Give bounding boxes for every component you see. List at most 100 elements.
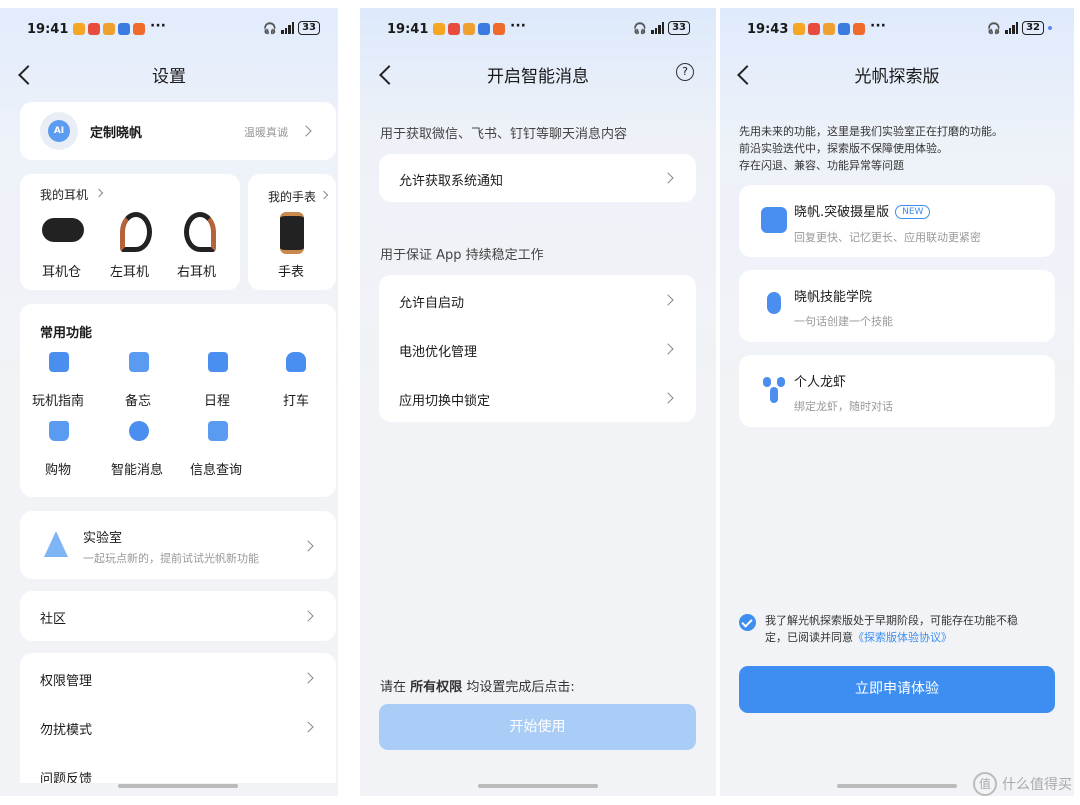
feature-info-query[interactable]: 信息查询 <box>190 459 242 478</box>
page-title: 开启智能消息 <box>487 67 589 87</box>
smart-message-screen: 19:41 ··· 🎧 33 开启智能消息 ? 用于获取微信、飞书、钉钉等聊天消… <box>360 8 716 796</box>
settings-screen: 19:41 ··· 🎧 33 设置 AI 定制晓帆 温暖真诚 我的耳机 耳机仓 … <box>0 8 338 796</box>
agreement-link[interactable]: 《探索版体验协议》 <box>853 631 952 644</box>
notification-icons <box>433 23 505 35</box>
signal-icon <box>1005 22 1019 34</box>
do-not-disturb-label: 勿扰模式 <box>40 723 93 738</box>
app-lock-label: 应用切换中锁定 <box>399 394 491 409</box>
earphone-case-label: 耳机仓 <box>42 265 82 280</box>
earphones-card[interactable]: 我的耳机 耳机仓 左耳机 右耳机 <box>20 174 240 290</box>
lab-subtitle: 一起玩点新的，提前试试光帆新功能 <box>83 552 259 565</box>
status-time: 19:41 <box>387 22 429 37</box>
battery-icon: 33 <box>668 21 690 35</box>
headphone-icon: 🎧 <box>987 21 1002 35</box>
system-icons: 🎧 33 <box>633 21 690 35</box>
nav-bar: 开启智能消息 ? <box>360 60 716 92</box>
feature-shopping[interactable]: 购物 <box>45 459 71 478</box>
watch-icon[interactable] <box>280 212 304 254</box>
battery-icon: 32 <box>1022 21 1044 35</box>
battery-optimization-row[interactable]: 电池优化管理 <box>379 324 696 373</box>
feature-smart-message[interactable]: 智能消息 <box>111 459 163 478</box>
chevron-right-icon <box>302 540 314 552</box>
help-icon[interactable]: ? <box>676 63 694 81</box>
chevron-right-icon <box>319 190 329 200</box>
community-card[interactable]: 社区 <box>20 591 336 641</box>
status-time: 19:43 <box>747 22 789 37</box>
section-notifications-label: 用于获取微信、飞书、钉钉等聊天消息内容 <box>380 127 628 142</box>
left-earphone-label: 左耳机 <box>110 265 150 280</box>
agreement-line: 我了解光帆探索版处于早期阶段，可能存在功能不稳 <box>765 614 1018 627</box>
notification-icons <box>73 23 145 35</box>
feature-card-skill-academy[interactable]: 晓帆技能学院 一句话创建一个技能 <box>739 270 1055 342</box>
earphone-case-icon[interactable] <box>42 218 84 242</box>
profile-personality: 温暖真诚 <box>244 126 288 139</box>
status-bar: 19:41 ··· 🎧 33 <box>360 18 716 44</box>
guide-icon <box>49 352 69 372</box>
allow-notification-row[interactable]: 允许获取系统通知 <box>379 154 696 202</box>
puzzle-icon <box>761 207 787 233</box>
battery-optimization-label: 电池优化管理 <box>399 345 478 360</box>
app-lock-row[interactable]: 应用切换中锁定 <box>379 373 696 422</box>
chevron-right-icon <box>662 172 674 184</box>
calendar-icon <box>208 352 228 372</box>
right-earphone-label: 右耳机 <box>177 265 217 280</box>
footer-bold: 所有权限 <box>410 680 463 695</box>
feature-guide[interactable]: 玩机指南 <box>32 390 84 409</box>
avatar: AI <box>40 112 78 150</box>
status-dot-icon <box>1048 26 1052 30</box>
home-indicator[interactable] <box>118 784 238 788</box>
feature-card-lobster[interactable]: 个人龙虾 绑定龙虾，随时对话 <box>739 355 1055 427</box>
start-button[interactable]: 开始使用 <box>379 704 696 750</box>
common-features-title: 常用功能 <box>40 326 93 341</box>
home-indicator[interactable] <box>837 784 957 788</box>
permission-management-label: 权限管理 <box>40 674 93 689</box>
intro-line: 存在闪退、兼容、功能异常等问题 <box>739 159 904 172</box>
page-title: 光帆探索版 <box>854 67 940 87</box>
headphone-icon: 🎧 <box>633 21 648 35</box>
intro-text: 先用未来的功能，这里是我们实验室正在打磨的功能。 前沿实验迭代中，探索版不保障使… <box>739 123 1003 174</box>
profile-card[interactable]: AI 定制晓帆 温暖真诚 <box>20 102 336 160</box>
apply-button[interactable]: 立即申请体验 <box>739 666 1055 713</box>
footer-suffix: 均设置完成后点击: <box>466 680 575 695</box>
lobster-icon <box>763 377 785 403</box>
chevron-right-icon <box>94 188 104 198</box>
intro-line: 先用未来的功能，这里是我们实验室正在打磨的功能。 <box>739 125 1003 138</box>
agreement-checkbox[interactable] <box>739 614 756 631</box>
taxi-icon <box>286 352 306 372</box>
feature-taxi[interactable]: 打车 <box>283 390 309 409</box>
more-notifications-icon: ··· <box>150 18 166 34</box>
status-bar: 19:43 ··· 🎧 32 <box>720 18 1074 44</box>
lab-card[interactable]: 实验室 一起玩点新的，提前试试光帆新功能 <box>20 511 336 579</box>
watch-card[interactable]: 我的手表 手表 <box>248 174 336 290</box>
home-indicator[interactable] <box>478 784 598 788</box>
system-icons: 🎧 33 <box>263 21 320 35</box>
footer-prefix: 请在 <box>380 680 407 695</box>
more-notifications-icon: ··· <box>870 18 886 34</box>
left-earphone-icon[interactable] <box>120 212 152 252</box>
watermark-text: 什么值得买 <box>1002 777 1072 793</box>
feedback-row[interactable]: 问题反馈 <box>20 751 336 783</box>
earphones-title: 我的耳机 <box>40 188 89 202</box>
feature-title: 晓帆技能学院 <box>794 290 873 305</box>
lab-title: 实验室 <box>83 531 123 546</box>
page-title: 设置 <box>152 67 186 87</box>
right-earphone-icon[interactable] <box>184 212 216 252</box>
flask-icon <box>44 531 68 557</box>
agreement-text: 我了解光帆探索版处于早期阶段，可能存在功能不稳 定，已阅读并同意《探索版体验协议… <box>765 612 1055 646</box>
stability-settings-card: 允许自启动 电池优化管理 应用切换中锁定 <box>379 275 696 422</box>
footer-instruction: 请在 所有权限 均设置完成后点击: <box>380 676 575 695</box>
more-notifications-icon: ··· <box>510 18 526 34</box>
permission-management-row[interactable]: 权限管理 <box>20 653 336 703</box>
chevron-right-icon <box>662 343 674 355</box>
auto-start-row[interactable]: 允许自启动 <box>379 275 696 324</box>
do-not-disturb-row[interactable]: 勿扰模式 <box>20 702 336 752</box>
notification-icons <box>793 23 865 35</box>
status-bar: 19:41 ··· 🎧 33 <box>0 18 338 44</box>
feature-card-xiaofan-pro[interactable]: 晓帆.突破摄星版 NEW 回复更快、记忆更长、应用联动更紧密 <box>739 185 1055 257</box>
chevron-right-icon <box>300 125 312 137</box>
ai-avatar-icon: AI <box>48 120 70 142</box>
chevron-right-icon <box>662 392 674 404</box>
feature-memo[interactable]: 备忘 <box>125 390 151 409</box>
feature-calendar[interactable]: 日程 <box>204 390 230 409</box>
system-icons: 🎧 32 <box>987 21 1052 35</box>
